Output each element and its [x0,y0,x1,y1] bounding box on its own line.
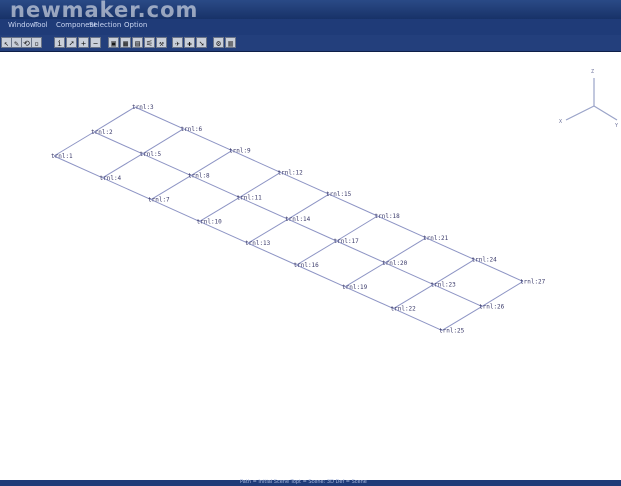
menu-selection[interactable]: Selection [89,21,121,29]
y-axis-line [593,105,618,121]
node-label[interactable]: trnl:26 [479,303,505,310]
mesh-view[interactable]: trnl:3 trnl:2 trnl:1 trnl:6 trnl:5 trnl:4 trnl… [0,52,621,480]
node-label[interactable]: trnl:3 [132,104,154,111]
node-label[interactable]: trnl:12 [278,169,304,176]
menu-option[interactable]: Option [124,21,147,29]
x-axis-label: X [559,119,562,125]
info-icon[interactable]: i [54,37,65,48]
node-label[interactable]: trnl:15 [326,191,352,198]
y-axis-label: Y [615,123,618,129]
arrow-icon[interactable]: ➘ [196,37,207,48]
node-label[interactable]: trnl:7 [148,197,170,204]
node-label[interactable]: trnl:6 [181,126,203,133]
node-label[interactable]: trnl:20 [382,260,408,267]
menu-bar: Window Tool Component Selection Option [0,19,621,35]
node-label[interactable]: trnl:19 [342,284,368,291]
status-bar: Path = Initial Scene Topt = Scene: 3D De… [0,479,621,486]
minus-icon[interactable]: − [90,37,101,48]
node-label[interactable]: trnl:1 [51,153,73,160]
node-label[interactable]: trnl:25 [439,327,465,334]
node-label[interactable]: trnl:23 [431,282,457,289]
table-icon[interactable]: ▤ [132,37,143,48]
axis-triad: Z X Y [559,69,618,129]
box-icon[interactable]: ▫ [31,37,42,48]
node-label[interactable]: trnl:2 [91,129,113,136]
node-label[interactable]: trnl:24 [472,257,498,264]
node-label[interactable]: trnl:10 [197,218,223,225]
node-label[interactable]: trnl:21 [423,235,449,242]
wrench-icon[interactable]: ✈ [172,37,183,48]
settings-icon[interactable]: ⚙ [213,37,224,48]
chart-icon[interactable]: ▥ [225,37,236,48]
node-label[interactable]: trnl:18 [375,213,401,220]
grid-icon[interactable]: ▦ [120,37,131,48]
node-label[interactable]: trnl:8 [188,173,210,180]
node-label[interactable]: trnl:9 [229,148,251,155]
node-label[interactable]: trnl:13 [245,240,271,247]
node-label[interactable]: trnl:14 [285,216,311,223]
x-axis-line [565,105,595,121]
plus-icon[interactable]: + [78,37,89,48]
node-label[interactable]: trnl:5 [140,151,162,158]
node-label[interactable]: trnl:4 [100,175,122,182]
z-axis-label: Z [591,69,594,75]
node-label[interactable]: trnl:11 [237,194,263,201]
status-text: Path = Initial Scene Topt = Scene: 3D De… [240,479,367,485]
node-label[interactable]: trnl:22 [391,306,417,313]
node-label[interactable]: trnl:27 [520,278,546,285]
title-bar: newmaker.com [0,0,621,22]
node-label[interactable]: trnl:17 [334,238,360,245]
menu-tool[interactable]: Tool [34,21,48,29]
node-label[interactable]: trnl:16 [294,262,320,269]
measure-icon[interactable]: ⚟ [144,37,155,48]
pointer-icon[interactable]: ➚ [66,37,77,48]
toolbar: ↖ ✎ ⟲ ▫ i ➚ + − ▣ ▦ ▤ ⚟ ⚒ ✈ ✚ ➘ ⚙ ▥ [0,35,621,52]
viewport-canvas[interactable]: trnl:3 trnl:2 trnl:1 trnl:6 trnl:5 trnl:4 trnl… [0,52,621,480]
menu-window[interactable]: Window [8,21,36,29]
tools-icon[interactable]: ⚒ [156,37,167,48]
window-icon[interactable]: ▣ [108,37,119,48]
cross-icon[interactable]: ✚ [184,37,195,48]
